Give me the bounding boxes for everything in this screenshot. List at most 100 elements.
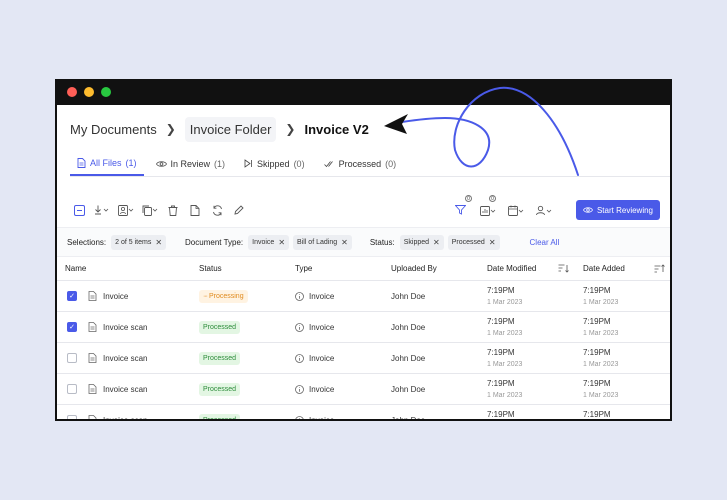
uploaded-by: John Doe: [391, 322, 426, 332]
uploaded-by: John Doe: [391, 384, 426, 394]
status-chip-processed[interactable]: Processed ✕: [447, 234, 500, 250]
column-header-name[interactable]: Name: [65, 264, 86, 273]
column-header-date-added[interactable]: Date Added: [583, 264, 625, 273]
row-checkbox[interactable]: [67, 384, 77, 394]
selections-label: Selections:: [67, 237, 107, 247]
toolbar-right: 0 0 Start Reviewing: [450, 195, 660, 221]
remove-chip-icon[interactable]: ✕: [489, 238, 496, 247]
breadcrumb-folder[interactable]: Invoice Folder: [184, 116, 277, 142]
status-badge: Processed: [199, 351, 241, 365]
row-checkbox[interactable]: [67, 353, 77, 363]
active-filters-bar: Selections: 2 of 5 items ✕ Document Type…: [57, 227, 670, 257]
calendar-icon[interactable]: [504, 199, 528, 221]
file-type: Invoice: [309, 384, 335, 394]
start-reviewing-label: Start Reviewing: [596, 205, 653, 215]
refresh-icon[interactable]: [206, 199, 228, 221]
remove-chip-icon[interactable]: ✕: [155, 238, 162, 247]
column-header-type[interactable]: Type: [295, 264, 312, 273]
chip-label: Processed: [451, 238, 485, 246]
window-titlebar: [57, 79, 670, 105]
table-row[interactable]: ✓ Invoice ··· Processing Invoice John Doe 7:1…: [57, 281, 670, 312]
select-all-icon[interactable]: [68, 199, 90, 221]
sort-icon[interactable]: [654, 264, 665, 273]
added-date: 1 Mar 2023: [583, 330, 619, 337]
main-content: My Documents ❯ Invoice Folder ❯ Invoice …: [57, 105, 670, 421]
selections-chip[interactable]: 2 of 5 items ✕: [111, 234, 167, 250]
tab-processed[interactable]: Processed (0): [317, 151, 404, 176]
status-label: Processed: [203, 385, 237, 393]
tab-in-review[interactable]: In Review (1): [149, 151, 233, 176]
tab-count: (0): [385, 158, 397, 169]
remove-chip-icon[interactable]: ✕: [278, 238, 285, 247]
status-label: Processed: [203, 416, 237, 421]
document-icon: [88, 415, 97, 419]
status-badge: Processed: [199, 413, 241, 421]
chip-label: Invoice: [252, 238, 275, 246]
status-label: Processing: [208, 292, 244, 300]
modified-time: 7:19PM: [487, 348, 515, 357]
chip-label: Bill of Lading: [297, 238, 338, 246]
file-name[interactable]: Invoice scan: [103, 323, 147, 332]
copy-icon[interactable]: [138, 199, 162, 221]
doctype-chip-bill-of-lading[interactable]: Bill of Lading ✕: [293, 234, 352, 250]
tab-label: In Review: [170, 158, 211, 169]
breadcrumb-root[interactable]: My Documents: [70, 122, 157, 137]
sort-icon[interactable]: [558, 264, 569, 273]
columns-badge: 0: [488, 195, 496, 202]
status-badge: Processed: [199, 382, 241, 396]
modified-date: 1 Mar 2023: [487, 361, 523, 368]
added-date: 1 Mar 2023: [583, 299, 619, 306]
uploaded-by: John Doe: [391, 415, 426, 421]
table-row[interactable]: Invoice scan Processed Invoice John Doe 7:19…: [57, 405, 670, 421]
tab-label: All Files: [90, 157, 122, 168]
doctype-label: Document Type:: [185, 237, 244, 247]
column-header-date-modified[interactable]: Date Modified: [487, 264, 536, 273]
minimize-window-dot[interactable]: [84, 87, 94, 97]
modified-date: 1 Mar 2023: [487, 330, 523, 337]
maximize-window-dot[interactable]: [101, 87, 111, 97]
document-icon: [88, 291, 97, 301]
file-name[interactable]: Invoice scan: [103, 416, 147, 420]
edit-icon[interactable]: [228, 199, 250, 221]
column-header-status[interactable]: Status: [199, 264, 222, 273]
tab-skipped[interactable]: Skipped (0): [237, 151, 312, 176]
added-time: 7:19PM: [583, 379, 611, 388]
status-label: Processed: [203, 323, 237, 331]
file-type: Invoice: [309, 291, 335, 301]
clear-all-link[interactable]: Clear All: [530, 238, 560, 247]
info-icon: [295, 415, 304, 419]
chip-label: Skipped: [403, 238, 430, 246]
assign-user-icon[interactable]: [114, 199, 138, 221]
doctype-chip-invoice[interactable]: Invoice ✕: [248, 234, 290, 250]
row-checkbox[interactable]: [67, 415, 77, 419]
remove-chip-icon[interactable]: ✕: [341, 238, 348, 247]
document-icon: [77, 157, 86, 168]
table-row[interactable]: Invoice scan Processed Invoice John Doe 7:19…: [57, 374, 670, 405]
table-row[interactable]: Invoice scan Processed Invoice John Doe 7:19…: [57, 343, 670, 374]
file-add-icon[interactable]: [184, 199, 206, 221]
download-icon[interactable]: [90, 199, 114, 221]
tab-label: Skipped: [257, 158, 290, 169]
chevron-right-icon: ❯: [165, 122, 176, 136]
added-time: 7:19PM: [583, 286, 611, 295]
filter-icon[interactable]: 0: [450, 195, 472, 221]
trash-icon[interactable]: [162, 199, 184, 221]
remove-chip-icon[interactable]: ✕: [433, 238, 440, 247]
row-checkbox[interactable]: ✓: [67, 322, 77, 332]
status-chip-skipped[interactable]: Skipped ✕: [399, 234, 444, 250]
tab-all-files[interactable]: All Files (1): [70, 151, 144, 176]
file-name[interactable]: Invoice scan: [103, 354, 147, 363]
column-header-uploaded-by[interactable]: Uploaded By: [391, 264, 437, 273]
user-filter-icon[interactable]: [532, 199, 556, 221]
file-name[interactable]: Invoice scan: [103, 385, 147, 394]
chevron-right-icon: ❯: [285, 122, 296, 136]
chart-columns-icon[interactable]: 0: [476, 195, 500, 221]
start-reviewing-button[interactable]: Start Reviewing: [575, 200, 660, 220]
close-window-dot[interactable]: [67, 87, 77, 97]
table-row[interactable]: ✓ Invoice scan Processed Invoice John Doe 7:1…: [57, 312, 670, 343]
modified-time: 7:19PM: [487, 317, 515, 326]
uploaded-by: John Doe: [391, 353, 426, 363]
dots-icon: ···: [203, 292, 208, 300]
file-name[interactable]: Invoice: [103, 292, 128, 301]
row-checkbox[interactable]: ✓: [67, 291, 77, 301]
